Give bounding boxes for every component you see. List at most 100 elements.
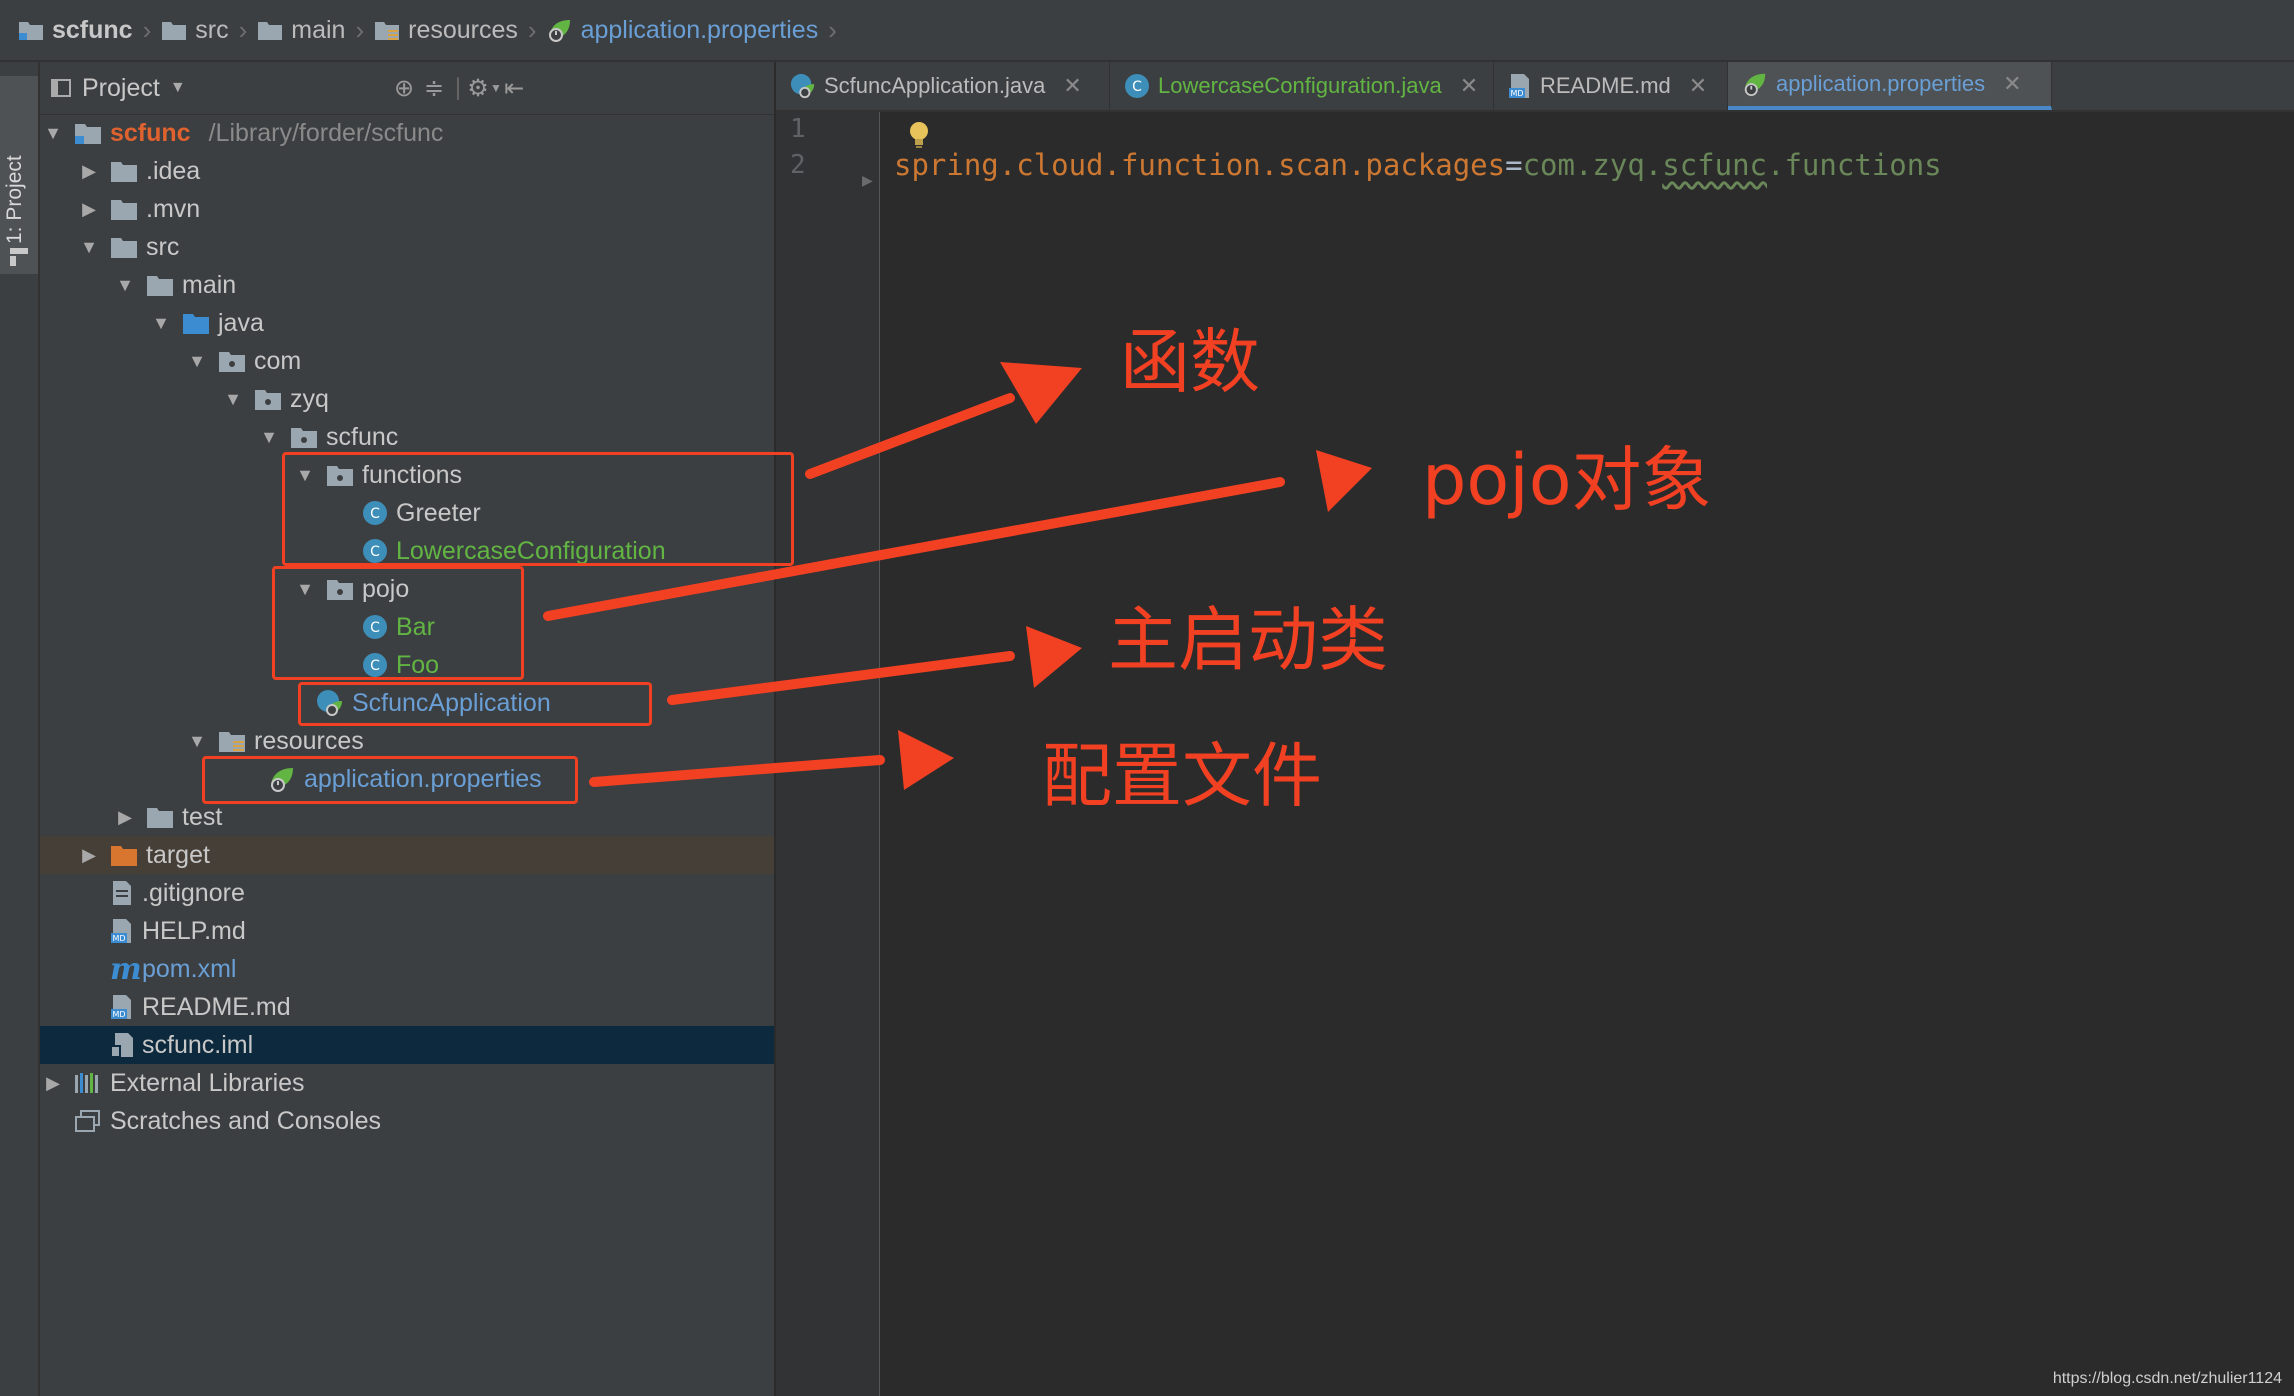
line-number: 1 (790, 114, 806, 144)
tree-node-bar[interactable]: C Bar (40, 608, 774, 646)
tree-node-target[interactable]: ▶ target (40, 836, 774, 874)
breadcrumb-item-application-properties[interactable]: application.properties (547, 16, 818, 45)
svg-text:MD: MD (112, 1010, 125, 1019)
collapsed-arrow-icon[interactable]: ▶ (42, 1073, 64, 1094)
svg-text:C: C (370, 658, 380, 674)
lightbulb-icon[interactable] (906, 120, 932, 150)
folder-icon (258, 22, 283, 40)
navigation-breadcrumb: scfunc › src › main › resources › applic… (0, 0, 2294, 62)
tree-node-src[interactable]: ▼ src (40, 228, 774, 266)
close-icon[interactable]: ✕ (2003, 71, 2021, 97)
expand-arrow-icon[interactable]: ▼ (258, 427, 280, 448)
tree-node-main[interactable]: ▼ main (40, 266, 774, 304)
tree-node-external-libraries[interactable]: ▶ External Libraries (40, 1064, 774, 1102)
close-icon[interactable]: ✕ (1460, 73, 1478, 99)
folder-icon (111, 162, 137, 182)
folder-icon (147, 808, 173, 828)
close-icon[interactable]: ✕ (1689, 73, 1707, 99)
svg-text:C: C (1132, 79, 1142, 95)
package-icon (255, 390, 281, 410)
project-tool-window-button[interactable]: 1: Project (0, 76, 38, 274)
collapsed-arrow-icon[interactable]: ▶ (78, 161, 100, 182)
tree-node-pojo[interactable]: ▼ pojo (40, 570, 774, 608)
markdown-file-icon: MD (111, 919, 131, 943)
package-icon (327, 466, 353, 486)
source-folder-icon (183, 314, 209, 334)
tree-node-scratches-and-consoles[interactable]: Scratches and Consoles (40, 1102, 774, 1140)
tree-node-idea[interactable]: ▶ .idea (40, 152, 774, 190)
breadcrumb-separator: › (355, 14, 365, 45)
folder-icon (111, 238, 137, 258)
expand-arrow-icon[interactable]: ▼ (294, 465, 316, 486)
code-line-2[interactable]: spring.cloud.function.scan.packages=com.… (894, 148, 1942, 182)
line-number: 2 (790, 150, 806, 180)
tree-node-pom-xml[interactable]: m pom.xml (40, 950, 774, 988)
tab-lowercase-configuration-java[interactable]: C LowercaseConfiguration.java ✕ (1110, 62, 1494, 110)
tree-node-readme-md[interactable]: MD README.md (40, 988, 774, 1026)
close-icon[interactable]: ✕ (1063, 73, 1081, 99)
code-editor[interactable]: 1 2 ▶ spring.cloud.function.scan.package… (776, 112, 2294, 1396)
breadcrumb-item-resources[interactable]: resources (374, 16, 518, 45)
line-number-gutter: 1 2 ▶ (776, 112, 880, 1396)
watermark-text: https://blog.csdn.net/zhulier1124 (2052, 1370, 2282, 1387)
project-tool-window-label: 1: Project (3, 155, 26, 244)
locate-file-icon[interactable]: ⊕ (388, 72, 420, 104)
tree-node-scfunc-package[interactable]: ▼ scfunc (40, 418, 774, 456)
tab-scfunc-application-java[interactable]: ScfuncApplication.java ✕ (776, 62, 1110, 110)
fold-marker-icon[interactable]: ▶ (862, 172, 873, 189)
tree-node-gitignore[interactable]: .gitignore (40, 874, 774, 912)
tree-node-resources[interactable]: ▼ resources (40, 722, 774, 760)
editor-tabs: ScfuncApplication.java ✕ C LowercaseConf… (776, 62, 2294, 112)
markdown-file-icon: MD (1509, 74, 1529, 98)
tool-window-strip: 1: Project (0, 62, 40, 1396)
breadcrumb-item-scfunc[interactable]: scfunc (18, 16, 133, 45)
tree-node-mvn[interactable]: ▶ .mvn (40, 190, 774, 228)
expand-arrow-icon[interactable]: ▼ (294, 579, 316, 600)
expand-arrow-icon[interactable]: ▼ (186, 351, 208, 372)
project-view-selector[interactable]: Project ▼ (50, 74, 186, 103)
svg-text:MD: MD (1510, 89, 1523, 98)
tree-node-scfunc-application[interactable]: ScfuncApplication (40, 684, 774, 722)
tree-node-com[interactable]: ▼ com (40, 342, 774, 380)
package-icon (219, 352, 245, 372)
breadcrumb-separator: › (142, 14, 152, 45)
tree-node-test[interactable]: ▶ test (40, 798, 774, 836)
svg-text:C: C (370, 544, 380, 560)
resources-folder-icon (219, 732, 245, 752)
tree-node-foo[interactable]: C Foo (40, 646, 774, 684)
tree-node-zyq[interactable]: ▼ zyq (40, 380, 774, 418)
spring-boot-class-icon (790, 73, 815, 99)
svg-text:MD: MD (112, 934, 125, 943)
tree-node-application-properties[interactable]: application.properties (40, 760, 774, 798)
tree-node-scfunc-iml[interactable]: scfunc.iml (40, 1026, 774, 1064)
chevron-down-icon: ▼ (169, 79, 186, 96)
spring-properties-icon (548, 20, 570, 42)
class-icon: C (363, 501, 387, 525)
tree-node-java[interactable]: ▼ java (40, 304, 774, 342)
collapsed-arrow-icon[interactable]: ▶ (114, 807, 136, 828)
tab-application-properties[interactable]: application.properties ✕ (1728, 62, 2052, 110)
expand-arrow-icon[interactable]: ▼ (114, 275, 136, 296)
hide-panel-icon[interactable]: ⇤ (498, 72, 530, 104)
module-file-icon (110, 1033, 133, 1058)
breadcrumb-item-src[interactable]: src (161, 16, 229, 45)
tab-readme-md[interactable]: MD README.md ✕ (1494, 62, 1728, 110)
excluded-folder-icon (111, 846, 137, 866)
tree-node-help-md[interactable]: MD HELP.md (40, 912, 774, 950)
breadcrumb-separator: › (828, 14, 837, 45)
tree-node-lowercase-configuration[interactable]: C LowercaseConfiguration (40, 532, 774, 570)
libraries-icon (75, 1073, 98, 1093)
tree-node-greeter[interactable]: C Greeter (40, 494, 774, 532)
expand-arrow-icon[interactable]: ▼ (42, 123, 64, 144)
tree-node-functions[interactable]: ▼ functions (40, 456, 774, 494)
expand-arrow-icon[interactable]: ▼ (78, 237, 100, 258)
text-file-icon (113, 881, 131, 905)
project-tree: ▼ scfunc /Library/forder/scfunc ▶ .idea … (40, 114, 774, 1140)
tree-node-scfunc-root[interactable]: ▼ scfunc /Library/forder/scfunc (40, 114, 774, 152)
breadcrumb-item-main[interactable]: main (257, 16, 345, 45)
collapsed-arrow-icon[interactable]: ▶ (78, 199, 100, 220)
expand-arrow-icon[interactable]: ▼ (150, 313, 172, 334)
expand-arrow-icon[interactable]: ▼ (186, 731, 208, 752)
collapsed-arrow-icon[interactable]: ▶ (78, 845, 100, 866)
expand-arrow-icon[interactable]: ▼ (222, 389, 244, 410)
